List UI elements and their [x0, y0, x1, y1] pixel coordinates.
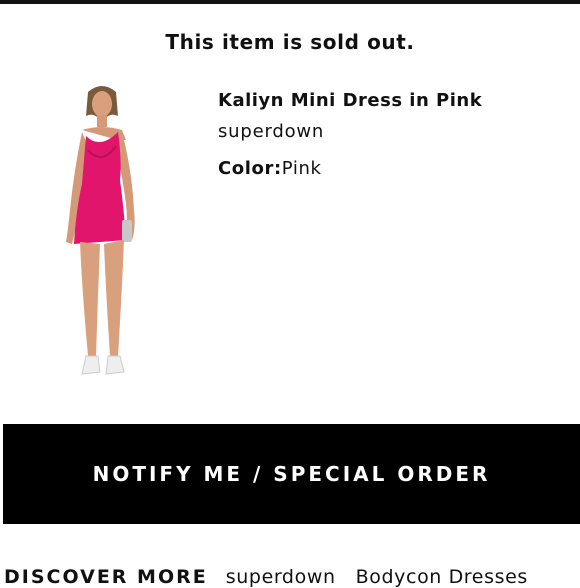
- color-value: Pink: [281, 158, 322, 179]
- discover-link-brand[interactable]: superdown: [226, 566, 336, 588]
- product-image[interactable]: [52, 80, 152, 390]
- sold-out-message: This item is sold out.: [165, 30, 415, 54]
- discover-link-category[interactable]: Bodycon Dresses: [356, 566, 528, 588]
- product-brand[interactable]: superdown: [218, 121, 324, 142]
- notify-me-button[interactable]: NOTIFY ME / SPECIAL ORDER: [3, 424, 580, 524]
- model-illustration: [66, 86, 135, 375]
- discover-more-row: DISCOVER MORE superdown Bodycon Dresses: [4, 566, 528, 588]
- color-label: Color:: [218, 158, 282, 179]
- discover-more-heading: DISCOVER MORE: [4, 566, 208, 588]
- product-name[interactable]: Kaliyn Mini Dress in Pink: [218, 90, 482, 111]
- top-divider: [0, 0, 580, 4]
- product-color: Color:Pink: [218, 158, 322, 179]
